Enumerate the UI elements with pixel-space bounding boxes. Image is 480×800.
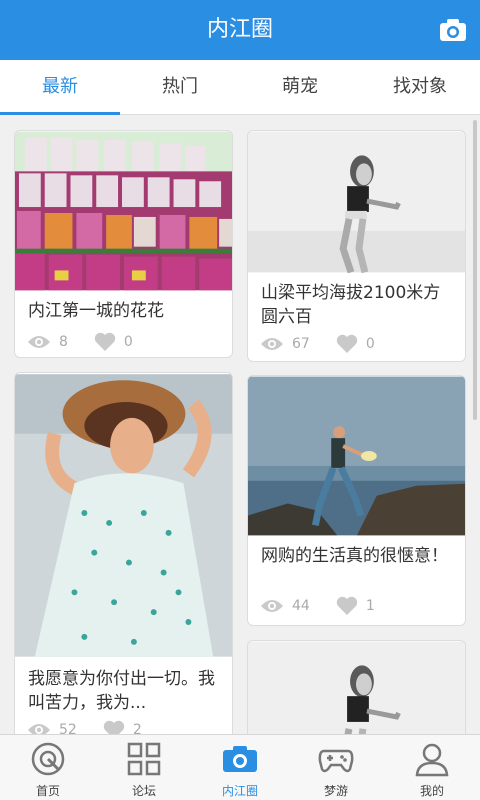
post-stats: 67 0 (260, 333, 375, 355)
heart-icon[interactable] (336, 334, 358, 354)
grid-icon (127, 742, 161, 776)
post-feed[interactable]: 内江第一城的花花 8 0 山梁平均海拔2100米方圆六百 67 0 我愿意为你付… (0, 116, 480, 734)
like-count: 2 (132, 722, 142, 734)
category-tabs: 最新 热门 萌宠 找对象 (0, 60, 480, 115)
user-icon (415, 743, 449, 777)
post-card[interactable]: 山梁平均海拔2100米方圆六百 67 0 (247, 130, 466, 362)
flower-pots-photo (15, 131, 232, 291)
nav-mine[interactable]: 我的 (384, 735, 480, 800)
nav-dream-label: 梦游 (323, 784, 348, 798)
post-caption: 网购的生活真的很惬意！ (261, 546, 448, 566)
eye-icon (28, 336, 50, 348)
view-count: 44 (292, 598, 310, 614)
woman-seaside-photo (248, 376, 465, 536)
camera-icon (223, 746, 257, 772)
post-caption: 我愿意为你付出一切。我叫苦力，我为... (28, 669, 215, 713)
eye-icon (261, 600, 283, 612)
post-stats: 52 2 (27, 719, 142, 734)
post-card[interactable]: 内江第一城的花花 8 0 (14, 130, 233, 358)
nav-forum-label: 论坛 (131, 784, 156, 798)
like-count: 0 (365, 336, 375, 352)
tab-hot[interactable]: 热门 (120, 60, 240, 114)
eye-icon (28, 724, 50, 734)
like-count: 0 (123, 334, 133, 350)
home-icon (31, 742, 65, 776)
post-caption: 山梁平均海拔2100米方圆六百 (261, 283, 441, 327)
tab-dating[interactable]: 找对象 (360, 60, 480, 114)
heart-icon[interactable] (103, 720, 125, 734)
post-stats: 8 0 (27, 331, 133, 353)
view-count: 67 (292, 336, 310, 352)
page-title: 内江圈 (206, 17, 273, 42)
woman-bw-photo (248, 131, 465, 273)
nav-home-label: 首页 (35, 784, 60, 798)
tab-pets[interactable]: 萌宠 (240, 60, 360, 114)
view-count: 52 (59, 722, 77, 734)
nav-dream[interactable]: 梦游 (288, 735, 384, 800)
woman-bw-photo (248, 641, 465, 734)
heart-icon[interactable] (94, 332, 116, 352)
nav-mine-label: 我的 (419, 784, 444, 798)
nav-neijiang-circle[interactable]: 内江圈 (192, 735, 288, 800)
like-count: 1 (365, 598, 375, 614)
view-count: 8 (59, 334, 68, 350)
tab-latest[interactable]: 最新 (0, 60, 120, 115)
camera-icon[interactable] (438, 15, 468, 45)
gamepad-icon (318, 749, 354, 773)
woman-sunhat-photo (15, 374, 232, 657)
eye-icon (261, 338, 283, 350)
nav-neijiang-circle-label: 内江圈 (221, 784, 258, 798)
nav-forum[interactable]: 论坛 (96, 735, 192, 800)
post-card[interactable]: 我愿意为你付出一切。我叫苦力，我为... 52 2 (14, 372, 233, 734)
nav-home[interactable]: 首页 (0, 735, 96, 800)
heart-icon[interactable] (336, 596, 358, 616)
post-caption: 内江第一城的花花 (28, 301, 164, 321)
post-card[interactable]: 网购的生活真的很惬意！ 44 1 (247, 375, 466, 626)
feed-scrollbar[interactable] (473, 120, 477, 420)
bottom-nav: 首页 论坛 内江圈 梦游 我的 (0, 734, 480, 800)
post-stats: 44 1 (260, 595, 375, 617)
post-card[interactable] (247, 640, 466, 734)
app-header: 内江圈 (0, 0, 480, 60)
